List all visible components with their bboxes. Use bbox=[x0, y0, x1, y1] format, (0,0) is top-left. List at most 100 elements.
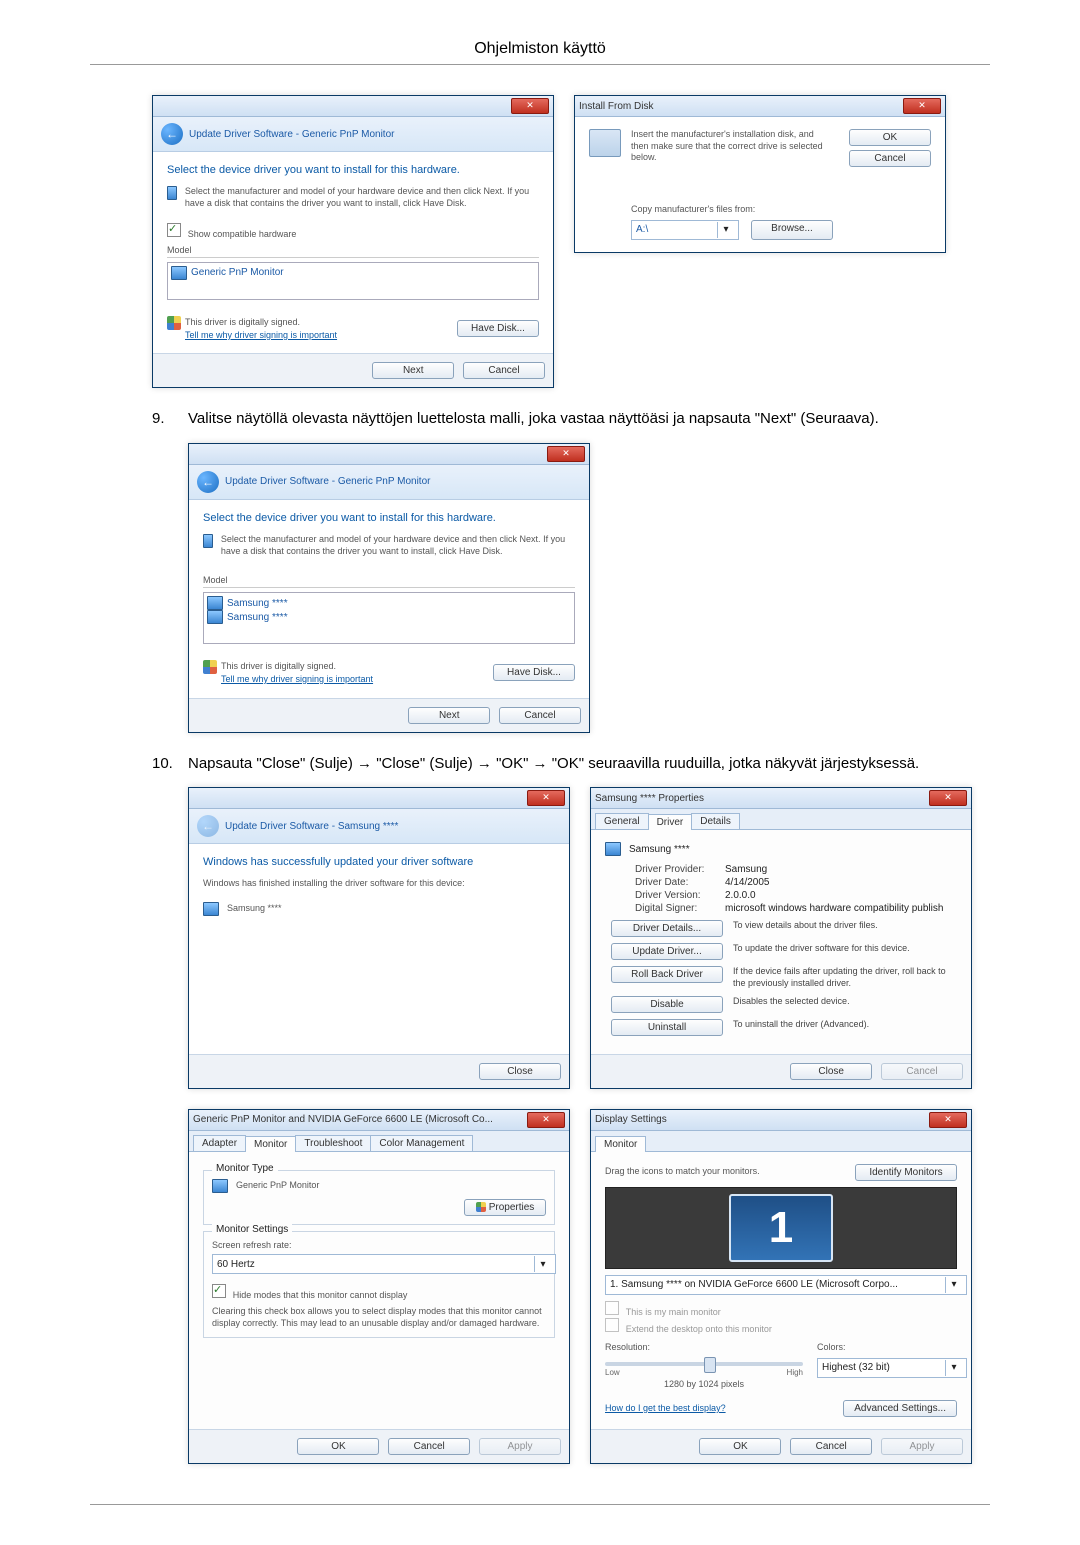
titlebar: Generic PnP Monitor and NVIDIA GeForce 6… bbox=[189, 1110, 569, 1131]
signing-link[interactable]: Tell me why driver signing is important bbox=[185, 330, 337, 342]
divider bbox=[90, 64, 990, 65]
refresh-label: Screen refresh rate: bbox=[212, 1240, 546, 1252]
step-10: 10. Napsauta "Close" (Sulje) → "Close" (… bbox=[152, 753, 990, 776]
refresh-select[interactable]: 60 Hertz ▾ bbox=[212, 1254, 556, 1274]
show-compatible-checkbox[interactable] bbox=[167, 223, 181, 237]
chevron-down-icon[interactable]: ▾ bbox=[945, 1360, 962, 1376]
have-disk-button[interactable]: Have Disk... bbox=[457, 320, 539, 337]
close-icon[interactable]: ✕ bbox=[547, 446, 585, 462]
ok-button[interactable]: OK bbox=[699, 1438, 781, 1455]
breadcrumb-text: Update Driver Software - Generic PnP Mon… bbox=[189, 129, 394, 140]
monitor-icon bbox=[203, 534, 213, 548]
tab-driver[interactable]: Driver bbox=[648, 814, 693, 830]
close-button[interactable]: Close bbox=[479, 1063, 561, 1080]
hide-modes-label: Hide modes that this monitor cannot disp… bbox=[233, 1290, 408, 1300]
monitor-1-icon[interactable]: 1 bbox=[729, 1194, 833, 1262]
driver-details-button[interactable]: Driver Details... bbox=[611, 920, 723, 937]
titlebar: Install From Disk ✕ bbox=[575, 96, 945, 117]
tab-monitor[interactable]: Monitor bbox=[245, 1136, 296, 1152]
rollback-button[interactable]: Roll Back Driver bbox=[611, 966, 723, 983]
window-update-success: ✕ ← Update Driver Software - Samsung ***… bbox=[188, 787, 570, 1088]
titlebar: ✕ bbox=[189, 788, 569, 809]
drag-label: Drag the icons to match your monitors. bbox=[605, 1166, 760, 1178]
window-title: Install From Disk bbox=[579, 101, 653, 112]
main-monitor-checkbox bbox=[605, 1301, 619, 1315]
list-item: Samsung **** bbox=[207, 610, 571, 624]
monitor-arrangement[interactable]: 1 bbox=[605, 1187, 957, 1269]
chevron-down-icon[interactable]: ▾ bbox=[945, 1277, 962, 1293]
device-name: Samsung **** bbox=[227, 903, 282, 915]
tabs: General Driver Details bbox=[591, 809, 971, 830]
close-icon[interactable]: ✕ bbox=[929, 1112, 967, 1128]
main-monitor-label: This is my main monitor bbox=[626, 1307, 721, 1317]
window-update-driver-1: ✕ ← Update Driver Software - Generic PnP… bbox=[152, 95, 554, 388]
divider bbox=[90, 1504, 990, 1505]
heading: Windows has successfully updated your dr… bbox=[203, 856, 555, 868]
next-button[interactable]: Next bbox=[408, 707, 490, 724]
path-input[interactable]: A:\ ▾ bbox=[631, 220, 739, 240]
cancel-button[interactable]: Cancel bbox=[388, 1438, 470, 1455]
update-driver-button[interactable]: Update Driver... bbox=[611, 943, 723, 960]
monitor-select[interactable]: 1. Samsung **** on NVIDIA GeForce 6600 L… bbox=[605, 1275, 967, 1295]
cancel-button[interactable]: Cancel bbox=[499, 707, 581, 724]
shield-icon bbox=[203, 660, 217, 674]
colors-select[interactable]: Highest (32 bit) ▾ bbox=[817, 1358, 967, 1378]
window-install-from-disk: Install From Disk ✕ Insert the manufactu… bbox=[574, 95, 946, 253]
cancel-button[interactable]: Cancel bbox=[463, 362, 545, 379]
cancel-button[interactable]: Cancel bbox=[849, 150, 931, 167]
close-icon[interactable]: ✕ bbox=[929, 790, 967, 806]
close-icon[interactable]: ✕ bbox=[511, 98, 549, 114]
chevron-down-icon[interactable]: ▾ bbox=[717, 222, 734, 238]
model-header: Model bbox=[167, 245, 539, 258]
group-monitor-type: Monitor Type bbox=[212, 1163, 278, 1174]
window-title: Generic PnP Monitor and NVIDIA GeForce 6… bbox=[193, 1114, 493, 1125]
tabs: Monitor bbox=[591, 1131, 971, 1152]
window-device-properties: Samsung **** Properties ✕ General Driver… bbox=[590, 787, 972, 1088]
disk-icon bbox=[589, 129, 621, 157]
disable-button[interactable]: Disable bbox=[611, 996, 723, 1013]
cancel-button: Cancel bbox=[881, 1063, 963, 1080]
uninstall-button[interactable]: Uninstall bbox=[611, 1019, 723, 1036]
extend-desktop-label: Extend the desktop onto this monitor bbox=[626, 1324, 772, 1334]
tab-general[interactable]: General bbox=[595, 813, 649, 829]
back-icon[interactable]: ← bbox=[161, 123, 183, 145]
breadcrumb-text: Update Driver Software - Generic PnP Mon… bbox=[225, 476, 430, 487]
ok-button[interactable]: OK bbox=[297, 1438, 379, 1455]
colors-label: Colors: bbox=[817, 1342, 957, 1354]
best-display-link[interactable]: How do I get the best display? bbox=[605, 1403, 726, 1415]
close-icon[interactable]: ✕ bbox=[527, 790, 565, 806]
resolution-slider[interactable] bbox=[605, 1362, 803, 1366]
browse-button[interactable]: Browse... bbox=[751, 220, 833, 240]
model-list[interactable]: Samsung **** Samsung **** bbox=[203, 592, 575, 644]
next-button[interactable]: Next bbox=[372, 362, 454, 379]
hide-modes-checkbox[interactable] bbox=[212, 1284, 226, 1298]
hide-modes-desc: Clearing this check box allows you to se… bbox=[212, 1306, 546, 1329]
have-disk-button[interactable]: Have Disk... bbox=[493, 664, 575, 681]
tab-details[interactable]: Details bbox=[691, 813, 740, 829]
monitor-icon bbox=[171, 266, 187, 280]
list-item: Samsung **** bbox=[207, 596, 571, 610]
advanced-settings-button[interactable]: Advanced Settings... bbox=[843, 1400, 957, 1417]
close-icon[interactable]: ✕ bbox=[527, 1112, 565, 1128]
shield-icon bbox=[167, 316, 181, 330]
ok-button[interactable]: OK bbox=[849, 129, 931, 146]
description: Select the manufacturer and model of you… bbox=[221, 534, 575, 557]
back-icon[interactable]: ← bbox=[197, 471, 219, 493]
titlebar: Samsung **** Properties ✕ bbox=[591, 788, 971, 809]
properties-button[interactable]: Properties bbox=[464, 1199, 546, 1216]
chevron-down-icon[interactable]: ▾ bbox=[534, 1256, 551, 1272]
tab-adapter[interactable]: Adapter bbox=[193, 1135, 246, 1151]
model-list[interactable]: Generic PnP Monitor bbox=[167, 262, 539, 300]
close-icon[interactable]: ✕ bbox=[903, 98, 941, 114]
close-button[interactable]: Close bbox=[790, 1063, 872, 1080]
tab-color-management[interactable]: Color Management bbox=[370, 1135, 473, 1151]
breadcrumb: ← Update Driver Software - Generic PnP M… bbox=[189, 465, 589, 500]
signing-link[interactable]: Tell me why driver signing is important bbox=[221, 674, 373, 686]
apply-button: Apply bbox=[881, 1438, 963, 1455]
cancel-button[interactable]: Cancel bbox=[790, 1438, 872, 1455]
identify-button[interactable]: Identify Monitors bbox=[855, 1164, 957, 1181]
window-title: Display Settings bbox=[595, 1114, 667, 1125]
tab-monitor[interactable]: Monitor bbox=[595, 1136, 646, 1152]
page-title: Ohjelmiston käyttö bbox=[90, 40, 990, 58]
tab-troubleshoot[interactable]: Troubleshoot bbox=[295, 1135, 371, 1151]
